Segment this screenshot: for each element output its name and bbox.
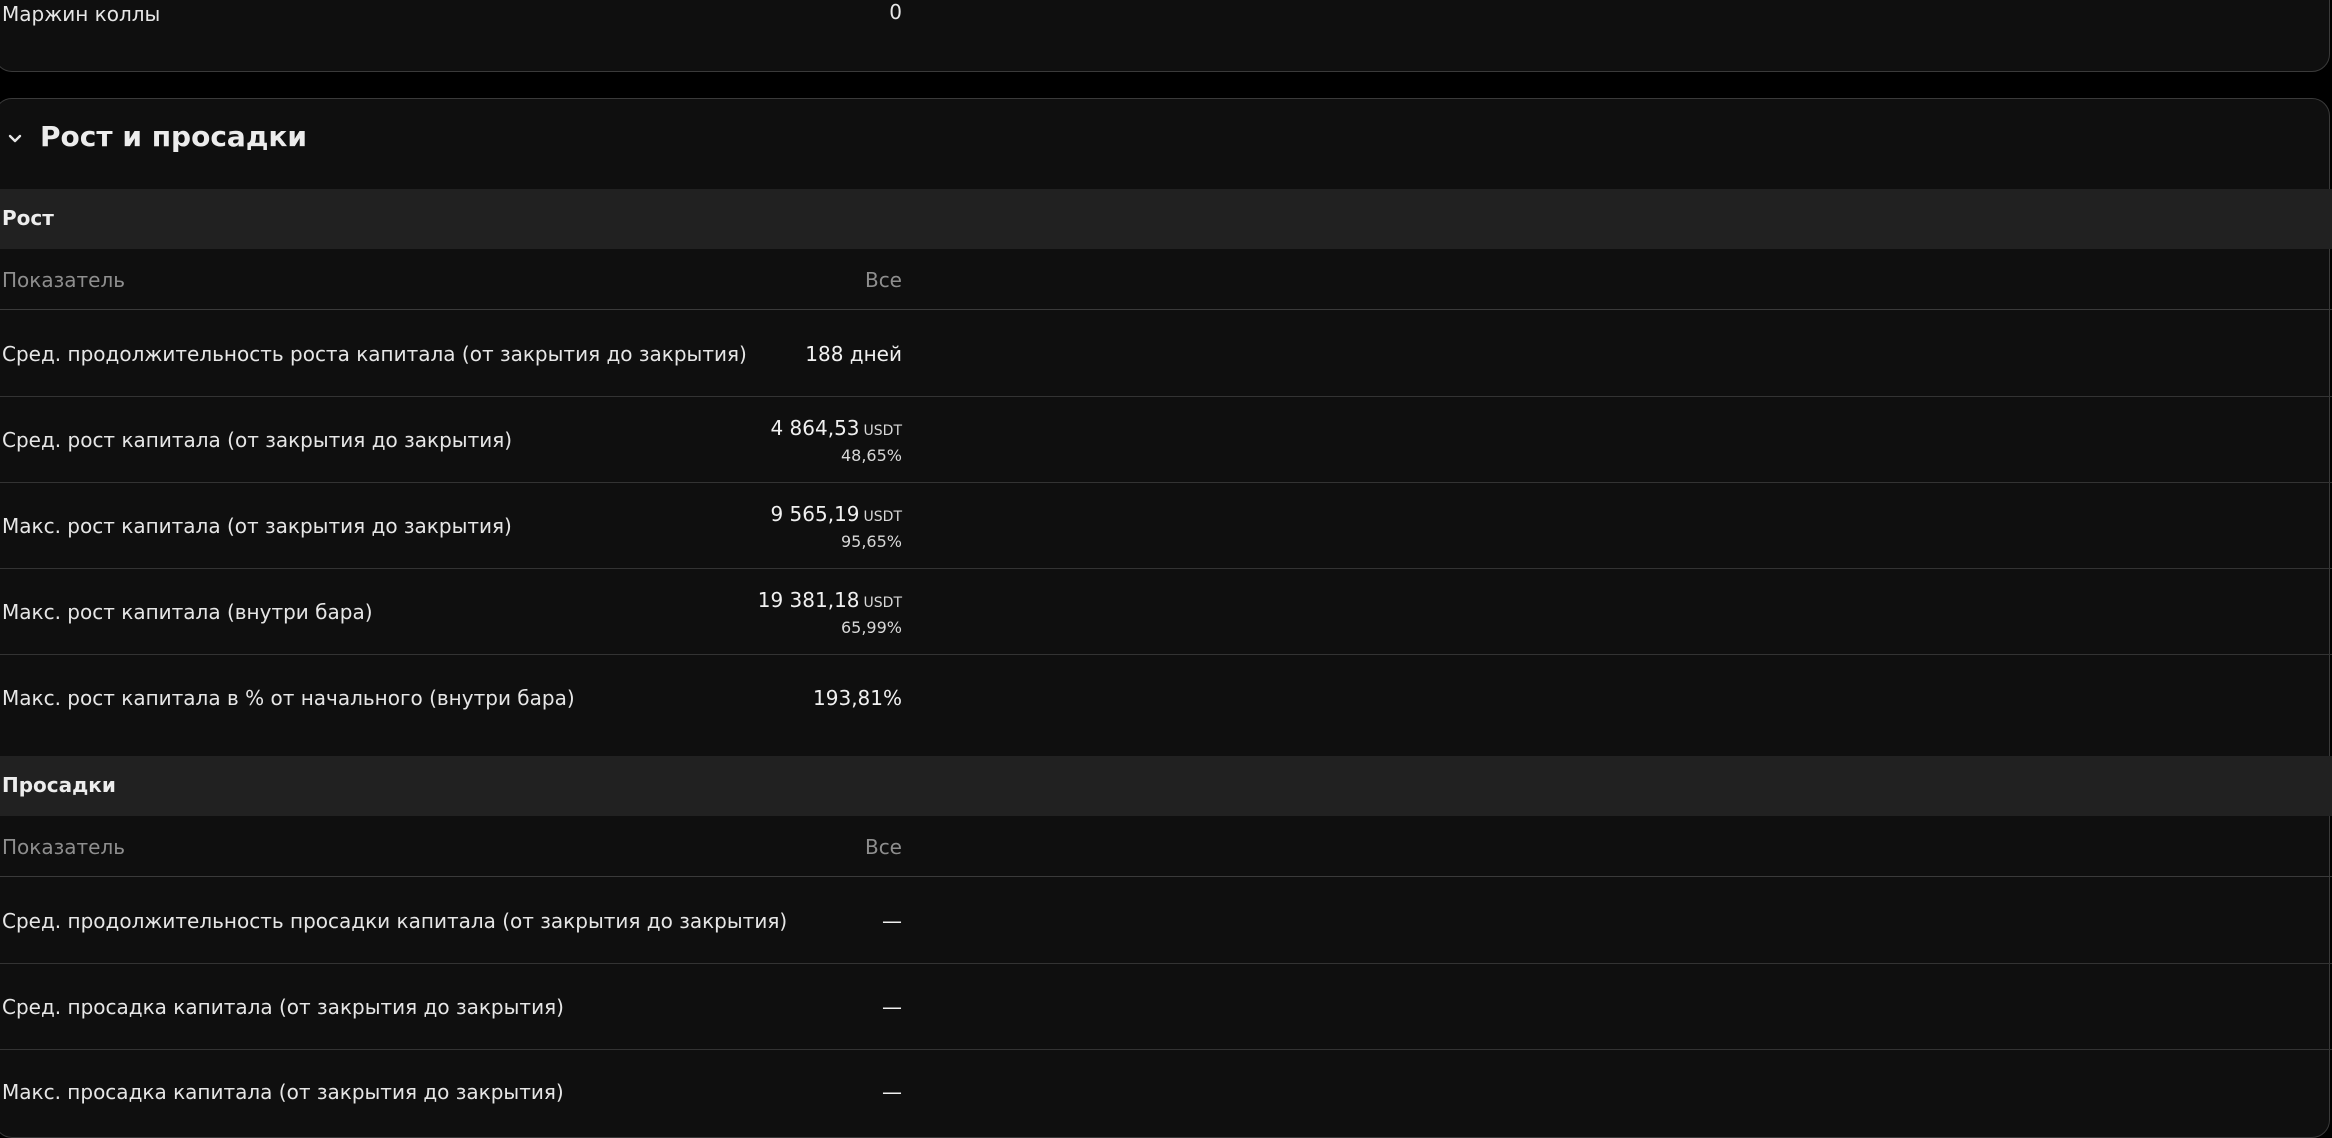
drawdowns-column-header: Показатель Все xyxy=(0,817,2332,877)
table-row: Сред. продолжительность роста капитала (… xyxy=(0,311,2332,397)
table-row: Сред. просадка капитала (от закрытия до … xyxy=(0,964,2332,1050)
row-value: 19 381,18 xyxy=(757,587,860,612)
row-unit: USDT xyxy=(863,508,902,525)
row-percent: 48,65% xyxy=(840,445,902,465)
row-value: 9 565,19 xyxy=(770,501,860,526)
table-row: Макс. рост капитала (от закрытия до закр… xyxy=(0,483,2332,569)
row-percent: 65,99% xyxy=(840,617,902,637)
growth-column-header: Показатель Все xyxy=(0,250,2332,310)
drawdowns-group-title: Просадки xyxy=(2,773,116,797)
margin-calls-row: Маржин коллы 0 xyxy=(0,0,902,26)
row-value: — xyxy=(882,995,902,1019)
row-value: 4 864,53 xyxy=(770,415,860,440)
table-row: Макс. рост капитала (внутри бара) 19 381… xyxy=(0,569,2332,655)
row-unit: USDT xyxy=(863,422,902,439)
column-all-label: Все xyxy=(864,268,902,292)
growth-group-header: Рост xyxy=(0,189,2332,249)
row-value: — xyxy=(882,1080,902,1104)
row-value: 193,81% xyxy=(813,686,902,710)
row-value: 188 дней xyxy=(805,342,902,366)
row-unit: USDT xyxy=(863,594,902,611)
section-title[interactable]: Рост и просадки xyxy=(40,120,307,153)
table-row: Сред. рост капитала (от закрытия до закр… xyxy=(0,397,2332,483)
table-row: Макс. просадка капитала (от закрытия до … xyxy=(0,1049,2332,1135)
margin-calls-value: 0 xyxy=(889,0,902,24)
row-percent: 95,65% xyxy=(840,531,902,551)
row-value: — xyxy=(882,909,902,933)
table-row: Сред. продолжительность просадки капитал… xyxy=(0,878,2332,964)
table-row: Макс. рост капитала в % от начального (в… xyxy=(0,655,2332,741)
chevron-down-icon[interactable] xyxy=(6,130,24,148)
drawdowns-group-header: Просадки xyxy=(0,756,2332,816)
growth-group-title: Рост xyxy=(2,206,54,230)
margin-calls-label: Маржин коллы xyxy=(2,2,161,26)
column-all-label: Все xyxy=(864,835,902,859)
